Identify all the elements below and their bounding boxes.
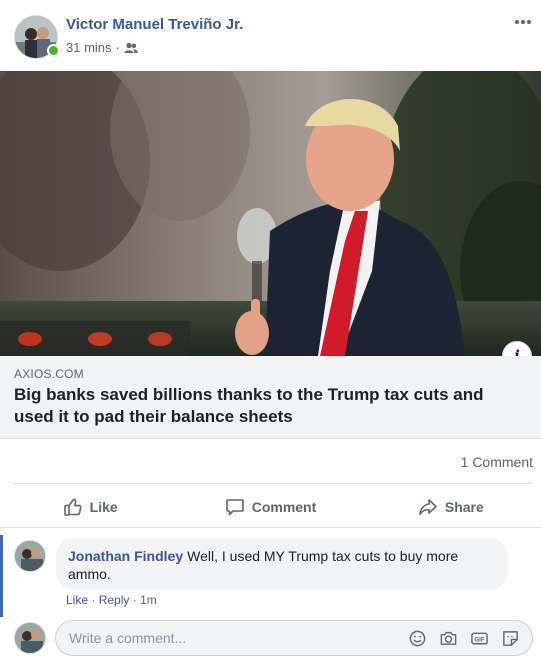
meta-separator: · [115,40,120,55]
emoji-icon[interactable] [408,629,427,648]
comment-reply-link[interactable]: Reply [99,593,130,607]
commenter-avatar[interactable] [14,540,46,572]
comment-count[interactable]: 1 Comment [461,454,533,470]
speech-bubble-icon [225,499,244,516]
svg-text:GIF: GIF [474,636,484,643]
composer-icons: GIF [408,629,520,648]
comment-highlight-bar [0,535,3,617]
online-status-dot [47,44,60,57]
more-options-icon[interactable] [511,12,535,32]
comment-separator: · [132,593,137,607]
comment-time[interactable]: 1m [140,593,157,607]
divider [14,483,532,484]
share-label: Share [444,499,484,515]
comment-input[interactable]: Write a comment... GIF [55,620,533,656]
gif-icon[interactable]: GIF [470,629,489,648]
post-timestamp[interactable]: 31 mins [66,40,112,55]
feed-post: Victor Manuel Treviño Jr. 31 mins · AXIO… [0,0,541,662]
comment-input-placeholder: Write a comment... [69,630,187,646]
article-photo[interactable] [0,71,541,356]
comment-button[interactable]: Comment [180,488,360,526]
post-actions-bar: Like Comment Share [0,488,541,526]
comment-label: Comment [251,499,317,515]
post-author-name[interactable]: Victor Manuel Treviño Jr. [66,16,243,33]
friends-icon[interactable] [124,42,138,54]
share-button[interactable]: Share [361,488,541,526]
current-user-avatar [14,622,46,654]
link-title[interactable]: Big banks saved billions thanks to the T… [14,384,514,428]
commenter-name[interactable]: Jonathan Findley [68,548,183,564]
sticker-icon[interactable] [501,629,520,648]
share-arrow-icon [419,499,437,516]
link-domain: AXIOS.COM [14,367,84,381]
comment-actions: Like · Reply · 1m [66,593,157,607]
divider [0,527,541,528]
comment-like-link[interactable]: Like [66,593,88,607]
thumbs-up-icon [63,498,82,516]
post-meta: 31 mins · [66,40,138,55]
link-preview-card[interactable]: AXIOS.COM Big banks saved billions thank… [0,356,541,439]
comment-bubble: Jonathan Findley Well, I used MY Trump ta… [56,538,508,590]
like-label: Like [89,499,118,515]
comment-separator: · [91,593,96,607]
camera-icon[interactable] [439,629,458,648]
like-button[interactable]: Like [0,488,180,526]
